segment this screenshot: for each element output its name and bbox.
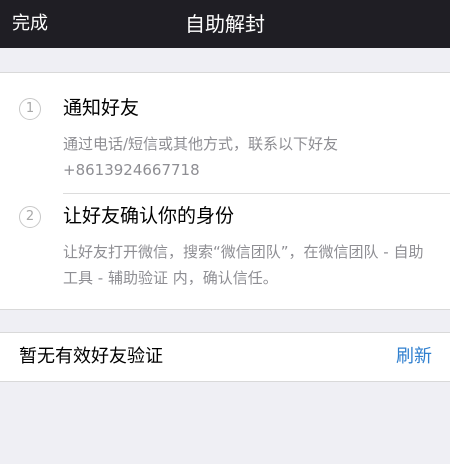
step-title: 让好友确认你的身份 [63, 205, 235, 227]
verification-status-text: 暂无有效好友验证 [19, 346, 163, 367]
page-title: 自助解封 [185, 12, 265, 36]
step-title: 通知好友 [63, 97, 140, 119]
verification-status-row: 暂无有效好友验证 刷新 [0, 332, 450, 382]
refresh-button[interactable]: 刷新 [396, 345, 432, 369]
step-description: 让好友打开微信，搜索“微信团队”，在微信团队 - 自助工具 - 辅助验证 内，确… [63, 243, 424, 287]
step-divider [63, 193, 450, 194]
step-number-badge: 2 [19, 206, 41, 228]
step-number-badge: 1 [19, 98, 41, 120]
friend-phone-number: +8613924667718 [63, 161, 200, 179]
step-description: 通过电话/短信或其他方式，联系以下好友 [63, 135, 339, 153]
unblock-steps-card: 1 通知好友 通过电话/短信或其他方式，联系以下好友 +861392466771… [0, 72, 450, 310]
navigation-bar: 完成 自助解封 [0, 0, 450, 48]
